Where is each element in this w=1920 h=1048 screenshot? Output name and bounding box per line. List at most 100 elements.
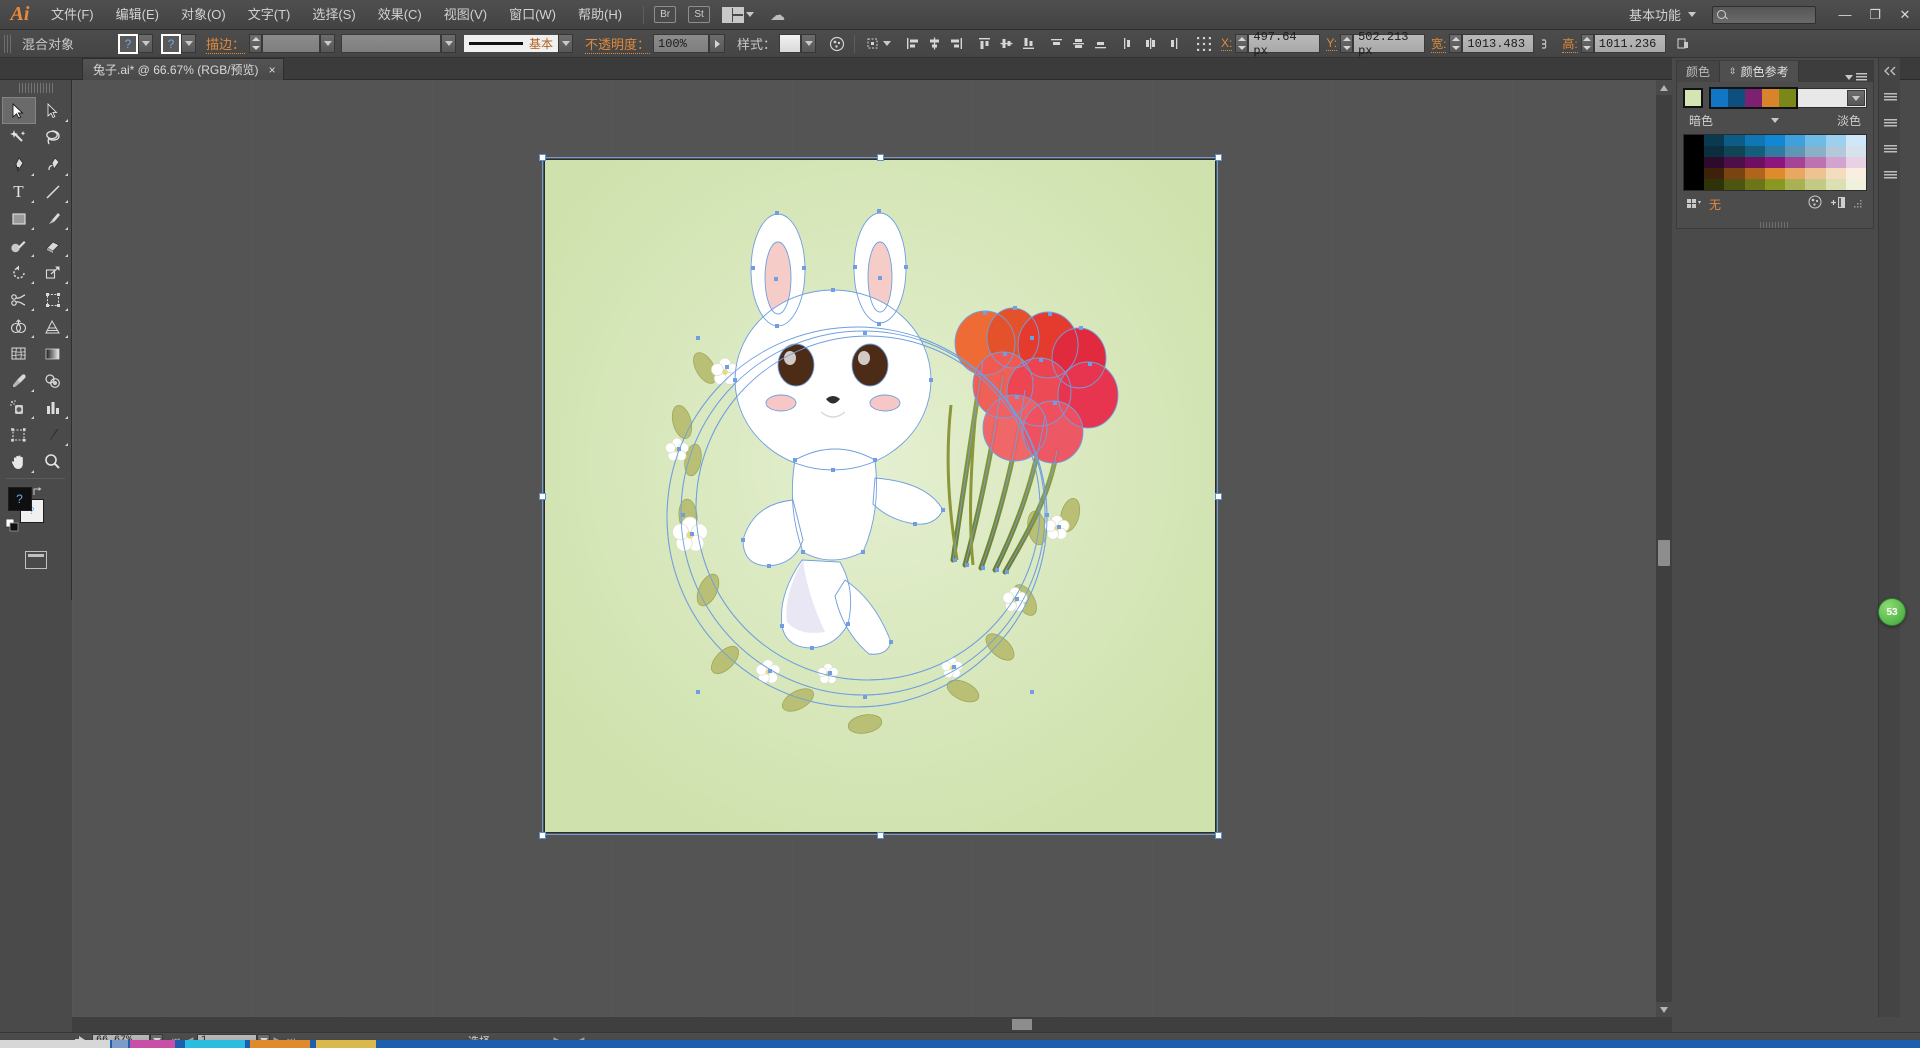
scale-tool[interactable] xyxy=(36,259,70,286)
color-swatch-2-8[interactable] xyxy=(1845,157,1866,168)
color-swatch-2-2[interactable] xyxy=(1724,157,1745,168)
menu-type[interactable]: 文字(T) xyxy=(237,0,302,30)
opacity-field[interactable]: 100% xyxy=(653,34,710,53)
tab-color-guide[interactable]: ⇳ 颜色参考 xyxy=(1720,61,1799,82)
selection-handle-ml[interactable] xyxy=(539,493,546,500)
color-swatch-0-2[interactable] xyxy=(1724,135,1745,146)
menu-view[interactable]: 视图(V) xyxy=(433,0,498,30)
y-stepper[interactable] xyxy=(1340,34,1354,53)
harmony-rule-dropdown[interactable] xyxy=(1847,90,1865,106)
height-field[interactable]: 1011.236 xyxy=(1593,34,1666,53)
canvas-vertical-scrollbar[interactable] xyxy=(1656,80,1672,1017)
selection-handle-bl[interactable] xyxy=(539,832,546,839)
hand-tool[interactable] xyxy=(2,448,36,475)
color-swatch-1-0[interactable] xyxy=(1684,146,1705,157)
stroke-label[interactable]: 描边： xyxy=(206,34,246,54)
type-tool[interactable]: T xyxy=(2,178,36,205)
x-stepper[interactable] xyxy=(1235,34,1249,53)
notification-badge[interactable]: 53 xyxy=(1878,598,1906,626)
color-swatch-1-8[interactable] xyxy=(1845,146,1866,157)
bridge-button[interactable]: Br xyxy=(654,6,677,23)
color-swatch-2-4[interactable] xyxy=(1764,157,1786,168)
width-tool[interactable] xyxy=(2,286,36,313)
swap-fill-stroke-icon[interactable] xyxy=(32,485,44,497)
base-color-swatch[interactable] xyxy=(1683,88,1703,108)
gradient-tool[interactable] xyxy=(36,340,70,367)
tone-variation-dropdown-icon[interactable] xyxy=(1771,118,1779,123)
color-swatch-4-6[interactable] xyxy=(1805,179,1826,190)
stroke-weight-stepper[interactable] xyxy=(249,34,263,53)
color-swatch-1-6[interactable] xyxy=(1805,146,1826,157)
edit-colors-icon[interactable] xyxy=(1808,195,1822,214)
slice-tool[interactable] xyxy=(36,421,70,448)
align-left-icon[interactable] xyxy=(901,34,923,54)
selection-handle-bc[interactable] xyxy=(877,832,884,839)
color-swatch-1-5[interactable] xyxy=(1785,146,1806,157)
limit-colors-icon[interactable] xyxy=(1687,196,1703,214)
brush-definition-dropdown[interactable] xyxy=(558,34,574,53)
workspace-switcher[interactable]: 基本功能 xyxy=(1619,5,1706,24)
color-swatch-1-2[interactable] xyxy=(1724,146,1745,157)
document-tab[interactable]: 兔子.ai* @ 66.67% (RGB/预览) × xyxy=(82,58,284,80)
menu-select[interactable]: 选择(S) xyxy=(301,0,366,30)
menu-help[interactable]: 帮助(H) xyxy=(567,0,633,30)
panel-resize-grip[interactable] xyxy=(1760,222,1790,228)
color-swatch-2-6[interactable] xyxy=(1805,157,1826,168)
color-swatch-4-1[interactable] xyxy=(1704,179,1725,190)
canvas-horizontal-scrollbar[interactable] xyxy=(72,1017,1672,1032)
color-swatch-0-6[interactable] xyxy=(1805,135,1826,146)
column-graph-tool[interactable] xyxy=(36,394,70,421)
align-bottom-icon[interactable] xyxy=(1017,34,1039,54)
screen-mode-icon[interactable] xyxy=(24,551,47,569)
color-swatch-2-5[interactable] xyxy=(1785,157,1806,168)
stroke-profile-field[interactable] xyxy=(341,34,442,53)
close-icon[interactable]: × xyxy=(269,63,276,77)
creative-cloud-icon[interactable]: ☁ xyxy=(770,6,785,24)
magic-wand-tool[interactable] xyxy=(2,124,36,151)
color-swatch-0-1[interactable] xyxy=(1704,135,1725,146)
eyedropper-tool[interactable] xyxy=(2,367,36,394)
color-swatch-4-5[interactable] xyxy=(1785,179,1806,190)
stock-button[interactable]: St xyxy=(688,6,711,23)
height-stepper[interactable] xyxy=(1580,34,1594,53)
color-swatch-0-5[interactable] xyxy=(1785,135,1806,146)
color-swatch-3-2[interactable] xyxy=(1724,168,1745,179)
width-field[interactable]: 1013.483 xyxy=(1462,34,1535,53)
distribute-center-v-icon[interactable] xyxy=(1067,34,1089,54)
color-swatch-1-1[interactable] xyxy=(1704,146,1725,157)
vertical-scroll-thumb[interactable] xyxy=(1658,540,1670,566)
color-swatch-3-4[interactable] xyxy=(1764,168,1786,179)
artboard-tool[interactable] xyxy=(2,421,36,448)
color-swatch-2-1[interactable] xyxy=(1704,157,1725,168)
window-restore-button[interactable]: ❐ xyxy=(1860,4,1890,26)
width-stepper[interactable] xyxy=(1449,34,1463,53)
panel-icon-3[interactable] xyxy=(1879,136,1901,162)
arrange-documents-icon[interactable] xyxy=(722,6,745,23)
color-swatch-0-7[interactable] xyxy=(1825,135,1846,146)
graphic-style-swatch[interactable] xyxy=(779,34,802,53)
constrain-proportions-icon[interactable] xyxy=(1534,34,1556,54)
selection-handle-mr[interactable] xyxy=(1215,493,1222,500)
panel-icon-1[interactable] xyxy=(1879,84,1901,110)
curvature-tool[interactable] xyxy=(36,151,70,178)
color-swatch-4-2[interactable] xyxy=(1724,179,1745,190)
distribute-left-icon[interactable] xyxy=(1117,34,1139,54)
shape-builder-tool[interactable] xyxy=(2,313,36,340)
tools-panel-grip[interactable] xyxy=(18,83,53,93)
stroke-profile-dropdown[interactable] xyxy=(441,34,457,53)
artwork-illustration[interactable] xyxy=(545,160,1215,832)
taskbar-item-5[interactable] xyxy=(250,1040,310,1048)
color-swatch-3-8[interactable] xyxy=(1845,168,1866,179)
direct-selection-tool[interactable] xyxy=(36,97,70,124)
x-field[interactable]: 497.64 px xyxy=(1248,30,1321,58)
graphic-style-dropdown[interactable] xyxy=(801,34,817,53)
search-box[interactable] xyxy=(1712,5,1816,24)
align-middle-v-icon[interactable] xyxy=(995,34,1017,54)
taskbar-item-1[interactable] xyxy=(0,1040,110,1048)
horizontal-scroll-thumb[interactable] xyxy=(1012,1019,1032,1030)
control-bar-grip[interactable] xyxy=(4,34,13,53)
brush-definition-field[interactable]: 基本 xyxy=(464,35,559,52)
stroke-weight-field[interactable] xyxy=(262,34,321,53)
menu-window[interactable]: 窗口(W) xyxy=(498,0,567,30)
zoom-tool[interactable] xyxy=(36,448,70,475)
